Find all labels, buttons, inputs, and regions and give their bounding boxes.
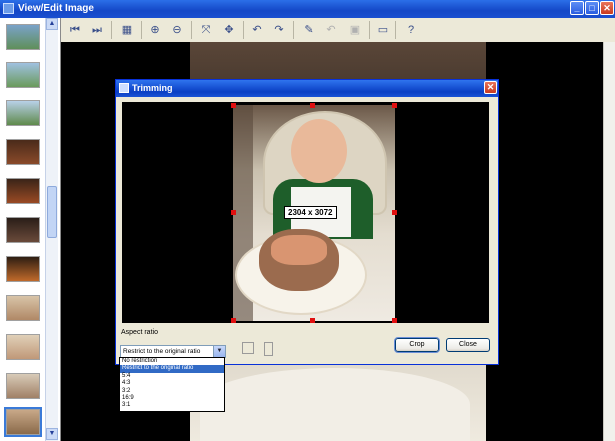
crop-handle-right[interactable] [392, 210, 397, 215]
aspect-option-3-2[interactable]: 3:2 [120, 388, 224, 395]
toolbar: ⏮ ⏭ ▦ ⊕ ⊖ ⤧ ✥ ↶ ↷ ✎ ↶ ▣ ▭ ? [61, 18, 615, 43]
toolbar-separator [141, 21, 142, 39]
crop-handle-bottom-left[interactable] [231, 318, 236, 323]
full-screen-icon[interactable]: ▭ [375, 22, 391, 38]
close-window-button[interactable]: ✕ [600, 1, 614, 15]
dialog-title: Trimming [132, 83, 173, 93]
aspect-option-16-9[interactable]: 16:9 [120, 395, 224, 402]
crop-handle-top-right[interactable] [392, 103, 397, 108]
crop-handle-bottom-right[interactable] [392, 318, 397, 323]
zoom-out-icon[interactable]: ⊖ [169, 22, 185, 38]
thumbnail[interactable] [6, 178, 40, 204]
chevron-down-icon[interactable]: ▼ [213, 346, 225, 357]
aspect-option-4-3[interactable]: 4:3 [120, 380, 224, 387]
maximize-button[interactable]: □ [585, 1, 599, 15]
toolbar-separator [191, 21, 192, 39]
next-image-icon[interactable]: ⏭ [89, 22, 105, 38]
trim-preview: 2304 x 3072 [122, 102, 489, 323]
aspect-option-no-restriction[interactable]: No restriction [120, 358, 224, 365]
thumbnail[interactable] [6, 217, 40, 243]
toolbar-separator [111, 21, 112, 39]
help-icon[interactable]: ? [403, 22, 419, 38]
trimming-icon [119, 83, 129, 93]
aspect-ratio-label: Aspect ratio [121, 329, 158, 336]
main-title-bar: View/Edit Image _ □ ✕ [0, 0, 615, 18]
landscape-orientation-icon[interactable] [242, 342, 254, 354]
canvas-scrollbar[interactable] [603, 42, 615, 441]
dialog-close-button[interactable]: ✕ [484, 81, 497, 94]
minimize-button[interactable]: _ [570, 1, 584, 15]
toolbar-separator [293, 21, 294, 39]
crop-handle-left[interactable] [231, 210, 236, 215]
thumbnail[interactable] [6, 62, 40, 88]
aspect-option-original-ratio[interactable]: Restrict to the original ratio [120, 365, 224, 373]
aspect-option-3-1[interactable]: 3:1 [120, 402, 224, 409]
portrait-orientation-icon[interactable] [264, 342, 273, 356]
toolbar-separator [369, 21, 370, 39]
crop-handle-top[interactable] [310, 103, 315, 108]
crop-handle-bottom[interactable] [310, 318, 315, 323]
image-size-label: 2304 x 3072 [284, 206, 337, 219]
slideshow-icon[interactable]: ▦ [119, 22, 135, 38]
background-photo-plate [200, 368, 470, 441]
thumbnail[interactable] [6, 295, 40, 321]
thumbnail-scrollbar[interactable]: ▲ ▼ [45, 18, 58, 441]
photo-face [291, 119, 347, 183]
thumbnail-selected[interactable] [4, 407, 42, 437]
thumbnail[interactable] [6, 100, 40, 126]
toolbar-separator [243, 21, 244, 39]
crop-button[interactable]: Crop [394, 337, 440, 353]
save-icon[interactable]: ▣ [347, 22, 363, 38]
thumbnail[interactable] [6, 24, 40, 50]
aspect-option-5-4[interactable]: 5:4 [120, 373, 224, 380]
scroll-up-icon[interactable]: ▲ [46, 18, 58, 30]
rotate-right-icon[interactable]: ↷ [271, 22, 287, 38]
close-button[interactable]: Close [446, 338, 490, 352]
undo-icon[interactable]: ↶ [323, 22, 339, 38]
photo-frosting [271, 235, 327, 265]
thumbnail[interactable] [6, 334, 40, 360]
window-title: View/Edit Image [18, 3, 94, 14]
edit-effects-icon[interactable]: ✎ [301, 22, 317, 38]
scroll-down-icon[interactable]: ▼ [46, 428, 58, 440]
dialog-title-bar[interactable]: Trimming ✕ [116, 80, 498, 97]
fit-window-icon[interactable]: ⤧ [198, 22, 214, 38]
scroll-thumb[interactable] [47, 186, 57, 238]
actual-size-icon[interactable]: ✥ [221, 22, 237, 38]
rotate-left-icon[interactable]: ↶ [249, 22, 265, 38]
crop-handle-top-left[interactable] [231, 103, 236, 108]
aspect-ratio-selected-value: Restrict to the original ratio [123, 348, 201, 355]
first-image-icon[interactable]: ⏮ [67, 22, 83, 38]
zoom-in-icon[interactable]: ⊕ [147, 22, 163, 38]
aspect-ratio-dropdown-list: No restriction Restrict to the original … [119, 357, 225, 412]
thumbnail[interactable] [6, 139, 40, 165]
thumbnail[interactable] [6, 256, 40, 282]
thumbnail[interactable] [6, 373, 40, 399]
trimming-dialog: Trimming ✕ 2304 x 3072 Aspect ratio Rest… [115, 79, 499, 365]
app-icon [3, 3, 14, 14]
toolbar-separator [395, 21, 396, 39]
